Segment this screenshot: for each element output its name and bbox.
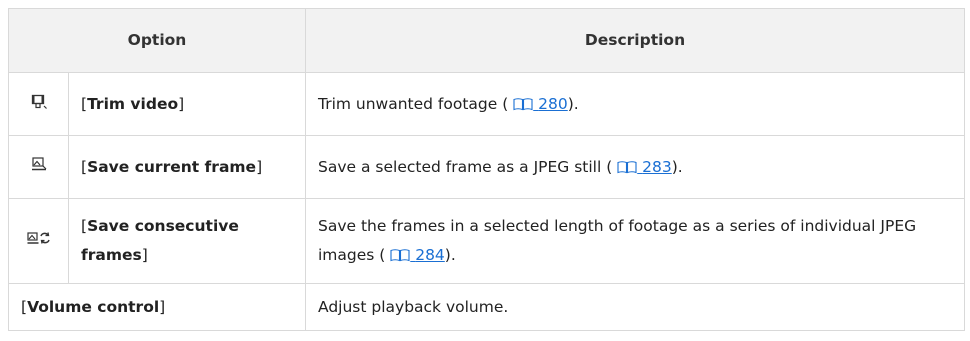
option-description: Save the frames in a selected length of … [305, 198, 965, 284]
page-reference-link[interactable]: 280 [513, 95, 568, 113]
icon-cell [8, 198, 69, 284]
option-name: [Save current frame] [68, 135, 306, 199]
description-column-header: Description [305, 8, 965, 73]
save-frame-icon [31, 153, 47, 182]
table-row: [Trim video] Trim unwanted footage ( 280… [8, 72, 965, 136]
option-name: [Trim video] [68, 72, 306, 136]
book-icon [513, 97, 533, 110]
option-description: Trim unwanted footage ( 280). [305, 72, 965, 136]
option-name: [Volume control] [8, 283, 306, 331]
options-table: Option Description [Trim video] Trim unw… [8, 8, 965, 331]
book-icon [617, 160, 637, 173]
trim-video-icon [31, 90, 47, 119]
save-consecutive-frames-icon [26, 227, 51, 256]
page-reference-link[interactable]: 283 [617, 158, 672, 176]
table-row: [Volume control] Adjust playback volume. [8, 283, 965, 331]
option-name: [Save consecutive frames] [68, 198, 306, 284]
option-column-header: Option [8, 8, 306, 73]
table-header-row: Option Description [8, 8, 965, 73]
book-icon [390, 249, 410, 262]
page-reference-link[interactable]: 284 [390, 246, 445, 264]
icon-cell [8, 135, 69, 199]
icon-cell [8, 72, 69, 136]
table-row: [Save consecutive frames] Save the frame… [8, 198, 965, 284]
table-row: [Save current frame] Save a selected fra… [8, 135, 965, 199]
option-description: Adjust playback volume. [305, 283, 965, 331]
option-description: Save a selected frame as a JPEG still ( … [305, 135, 965, 199]
